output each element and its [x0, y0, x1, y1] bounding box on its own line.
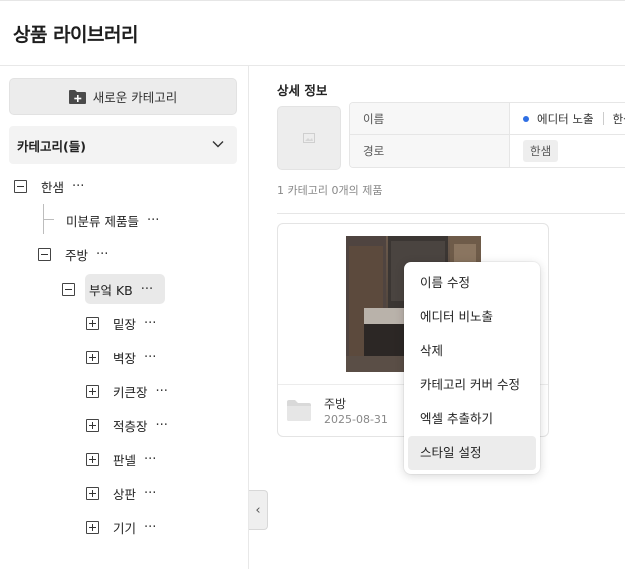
expand-icon[interactable]: [86, 350, 99, 364]
tree-node-panel[interactable]: 판넬 ···: [86, 444, 156, 474]
collapse-icon[interactable]: [38, 247, 51, 261]
expand-icon[interactable]: [86, 384, 99, 398]
tree-node-tall-cabinet[interactable]: 키큰장 ···: [86, 376, 168, 406]
chevron-down-icon[interactable]: [211, 137, 225, 151]
content-divider: [277, 213, 625, 214]
status-dot-icon: [523, 115, 529, 122]
tree-node-label: 미분류 제품들: [66, 213, 139, 229]
more-icon[interactable]: ···: [96, 247, 108, 262]
info-key: 경로: [350, 135, 510, 167]
card-date: 2025-08-31: [324, 413, 388, 426]
page-title: 상품 라이브러리: [13, 24, 138, 46]
tree-node-countertop[interactable]: 상판 ···: [86, 478, 156, 508]
path-chip[interactable]: 한샘: [523, 140, 559, 162]
tree-node-label: 적층장: [113, 418, 148, 434]
tree-node-appliance[interactable]: 기기 ···: [86, 512, 156, 542]
more-icon[interactable]: ···: [141, 282, 153, 297]
visibility-status: 에디터 노출: [537, 111, 594, 126]
more-icon[interactable]: ···: [144, 350, 156, 365]
tree-node-label: 부엌 KB: [89, 282, 133, 298]
tree-node-kitchen-kb[interactable]: 부엌 KB ···: [62, 274, 153, 304]
sidebar-collapse-button[interactable]: ‹: [249, 490, 268, 530]
menu-item-export-excel[interactable]: 엑셀 추출하기: [404, 402, 540, 436]
image-placeholder-icon: [303, 133, 315, 143]
top-border: [0, 0, 625, 1]
menu-item-hide-in-editor[interactable]: 에디터 비노출: [404, 300, 540, 334]
more-icon[interactable]: ···: [144, 452, 156, 467]
category-summary: 1 카테고리 0개의 제품: [277, 184, 383, 197]
tree-node-wall-cabinet[interactable]: 벽장 ···: [86, 342, 156, 372]
info-value: 한샘: [511, 135, 559, 167]
collapse-icon[interactable]: [14, 179, 27, 193]
more-icon[interactable]: ···: [144, 316, 156, 331]
tree-node-label: 판넬: [113, 452, 137, 468]
menu-item-style-settings[interactable]: 스타일 설정: [408, 436, 536, 470]
info-row-path: 경로 한샘: [350, 135, 625, 167]
more-icon[interactable]: ···: [144, 486, 156, 501]
context-menu: 이름 수정 에디터 비노출 삭제 카테고리 커버 수정 엑셀 추출하기 스타일 …: [404, 262, 540, 474]
info-value: 에디터 노출 한샘: [511, 103, 625, 134]
folder-icon: [287, 400, 311, 421]
detail-info-table: 이름 에디터 노출 한샘 경로 한샘: [349, 102, 625, 168]
tree-node-label: 기기: [113, 520, 137, 536]
category-thumbnail[interactable]: [277, 106, 341, 170]
info-key: 이름: [350, 103, 510, 134]
new-category-label: 새로운 카테고리: [92, 90, 178, 105]
chevron-left-icon: ‹: [255, 502, 261, 518]
tree-node-label: 벽장: [113, 350, 137, 366]
expand-icon[interactable]: [86, 418, 99, 432]
tree-node-label: 키큰장: [113, 384, 148, 400]
product-library-page: 상품 라이브러리 새로운 카테고리 카테고리(들) 한샘 ··· 미분류 제품들…: [0, 0, 625, 569]
tree-node-hanssem[interactable]: 한샘 ···: [14, 171, 84, 201]
more-icon[interactable]: ···: [156, 418, 168, 433]
expand-icon[interactable]: [86, 520, 99, 534]
categories-header-label: 카테고리(들): [17, 138, 86, 154]
detail-title: 상세 정보: [277, 83, 328, 98]
info-row-name: 이름 에디터 노출 한샘: [350, 103, 625, 135]
menu-item-rename[interactable]: 이름 수정: [404, 266, 540, 300]
category-name: 한샘: [612, 111, 625, 126]
folder-plus-icon: [68, 90, 86, 104]
categories-header[interactable]: 카테고리(들): [9, 126, 237, 164]
expand-icon[interactable]: [86, 486, 99, 500]
tree-node-uncategorized[interactable]: 미분류 제품들 ···: [52, 205, 159, 235]
tree-node-label: 주방: [65, 247, 89, 263]
more-icon[interactable]: ···: [72, 179, 84, 194]
more-icon[interactable]: ···: [156, 384, 168, 399]
tree-node-base-cabinet[interactable]: 밑장 ···: [86, 308, 156, 338]
tree-node-stack-cabinet[interactable]: 적층장 ···: [86, 410, 168, 440]
tree-node-label: 상판: [113, 486, 137, 502]
card-name: 주방: [324, 397, 347, 411]
expand-icon[interactable]: [86, 316, 99, 330]
menu-item-delete[interactable]: 삭제: [404, 334, 540, 368]
divider: [602, 112, 604, 125]
more-icon[interactable]: ···: [147, 213, 159, 228]
header-divider: [0, 65, 625, 66]
tree-node-kitchen[interactable]: 주방 ···: [38, 239, 108, 269]
new-category-button[interactable]: 새로운 카테고리: [9, 78, 237, 115]
tree-node-label: 한샘: [41, 179, 65, 195]
menu-item-edit-cover[interactable]: 카테고리 커버 수정: [404, 368, 540, 402]
collapse-icon[interactable]: [62, 282, 75, 296]
tree-node-label: 밑장: [113, 316, 137, 332]
expand-icon[interactable]: [86, 452, 99, 466]
more-icon[interactable]: ···: [144, 520, 156, 535]
